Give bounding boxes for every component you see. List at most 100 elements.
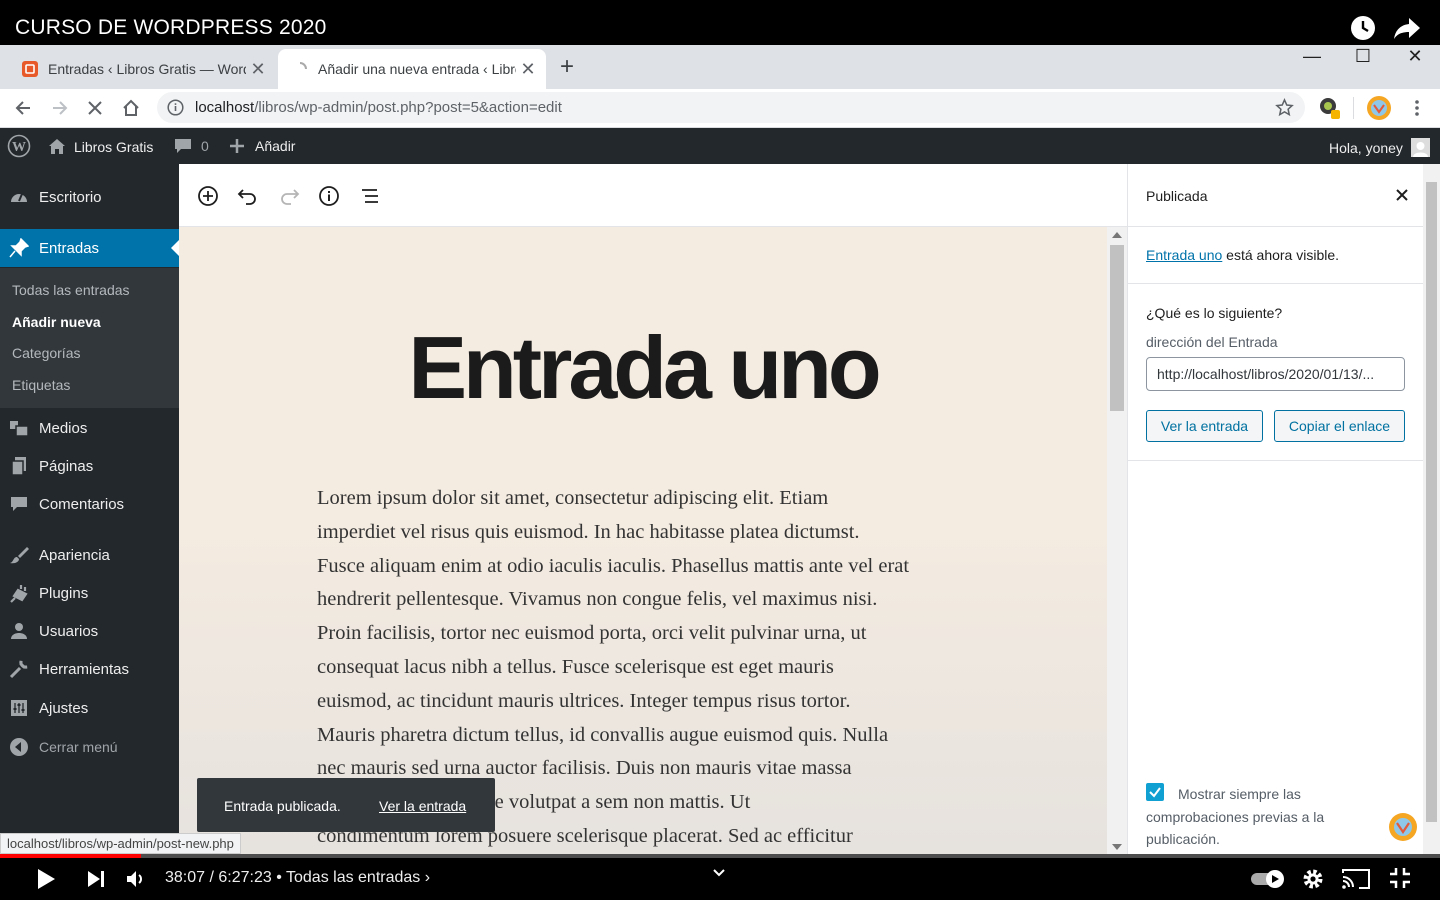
menu-label: Ajustes	[39, 699, 89, 717]
add-block-icon[interactable]	[196, 184, 220, 208]
checkbox-label[interactable]: Mostrar siempre las comprobaciones previ…	[1146, 783, 1406, 851]
pages-icon	[9, 456, 29, 476]
divider	[1128, 460, 1423, 461]
greeting: Hola, yoney	[1329, 139, 1403, 156]
comment-bubble-icon	[175, 139, 191, 153]
new-label: Añadir	[255, 138, 296, 154]
plugin-icon	[9, 583, 29, 603]
avatar	[1410, 138, 1430, 157]
cast-icon[interactable]	[1341, 867, 1371, 896]
chrome-menu-icon[interactable]	[1403, 94, 1431, 122]
paragraph-line: hendrerit pellentesque. Vivamus non cong…	[317, 588, 878, 611]
wordpress-logo-icon[interactable]: W	[7, 134, 31, 161]
brush-icon	[9, 545, 29, 565]
submenu-categories[interactable]: Categorías	[12, 345, 80, 361]
collapse-menu-button[interactable]: Cerrar menú	[0, 728, 179, 766]
menu-item-herramientas[interactable]: Herramientas	[0, 650, 179, 688]
submenu-tags[interactable]: Etiquetas	[12, 377, 70, 393]
menu-item-usuarios[interactable]: Usuarios	[0, 612, 179, 650]
tab-entradas[interactable]: Entradas ‹ Libros Gratis — WordP ✕	[8, 49, 276, 89]
view-post-button[interactable]: Ver la entrada	[1146, 410, 1263, 442]
menu-item-comentarios[interactable]: Comentarios	[0, 485, 179, 523]
menu-label: Cerrar menú	[39, 739, 118, 755]
scroll-thumb[interactable]	[1426, 182, 1437, 822]
post-publish-panel: Publicada Entrada uno está ahora visible…	[1127, 164, 1424, 854]
video-title-bar: CURSO DE WORDPRESS 2020	[0, 0, 1440, 45]
panel-scrollbar[interactable]	[1423, 164, 1440, 854]
extension-icon[interactable]	[1316, 94, 1344, 122]
chapter-title[interactable]: • Todas las entradas ›	[276, 869, 430, 886]
menu-item-medios[interactable]: Medios	[0, 409, 179, 447]
undo-icon[interactable]	[236, 184, 260, 208]
share-icon[interactable]	[1393, 16, 1421, 45]
menu-item-plugins[interactable]: Plugins	[0, 574, 179, 612]
account-menu[interactable]: Hola, yoney	[1329, 138, 1430, 157]
admin-menu: Escritorio Entradas Todas las entradas A…	[0, 164, 179, 854]
post-title[interactable]: Entrada uno	[179, 317, 1107, 419]
autoplay-toggle[interactable]	[1251, 870, 1285, 893]
close-tab-icon[interactable]: ✕	[246, 59, 270, 80]
expand-chevron-icon[interactable]	[711, 866, 727, 884]
address-bar[interactable]: localhost/libros/wp-admin/post.php?post=…	[157, 92, 1305, 123]
comments-link[interactable]: 0	[174, 138, 209, 154]
exit-fullscreen-icon[interactable]	[1389, 867, 1411, 894]
snackbar-view-link[interactable]: Ver la entrada	[379, 798, 466, 814]
watch-later-icon[interactable]	[1350, 15, 1376, 46]
comments-count: 0	[201, 138, 209, 154]
close-window-icon[interactable]: ✕	[1392, 45, 1438, 67]
next-video-icon[interactable]	[86, 869, 106, 894]
menu-item-escritorio[interactable]: Escritorio	[0, 178, 179, 216]
menu-item-apariencia[interactable]: Apariencia	[0, 536, 179, 574]
volume-icon[interactable]	[124, 867, 148, 896]
paragraph-line: euismod, ac tincidunt mauris ultrices. I…	[317, 689, 851, 712]
submenu-add-new[interactable]: Añadir nueva	[12, 314, 101, 330]
site-name-link[interactable]: Libros Gratis	[48, 138, 153, 155]
maximize-icon[interactable]: ☐	[1340, 45, 1386, 67]
new-content-link[interactable]: Añadir	[230, 138, 295, 154]
content-info-icon[interactable]	[317, 184, 341, 208]
pin-icon	[9, 238, 29, 258]
menu-label: Herramientas	[39, 660, 130, 678]
users-icon	[9, 621, 29, 641]
post-address-input[interactable]: http://localhost/libros/2020/01/13/...	[1146, 357, 1405, 391]
tab-title: Entradas ‹ Libros Gratis — WordP	[48, 61, 246, 77]
menu-item-entradas[interactable]: Entradas	[0, 229, 179, 267]
settings-gear-icon[interactable]	[1301, 867, 1325, 896]
forward-icon[interactable]	[46, 94, 74, 122]
scroll-up-icon[interactable]	[1112, 232, 1122, 238]
divider	[1128, 283, 1423, 284]
play-icon[interactable]	[35, 868, 57, 895]
media-icon	[9, 418, 29, 438]
redo-icon[interactable]	[277, 184, 301, 208]
stop-loading-icon[interactable]	[81, 94, 109, 122]
minimize-icon[interactable]: —	[1289, 45, 1335, 67]
tab-add-new-post[interactable]: Añadir una nueva entrada ‹ Libro ✕	[278, 49, 546, 89]
back-icon[interactable]	[9, 94, 37, 122]
video-title[interactable]: CURSO DE WORDPRESS 2020	[15, 16, 327, 40]
time-display: 38:07 / 6:27:23 • Todas las entradas ›	[165, 869, 430, 887]
floating-extension-icon[interactable]	[1388, 812, 1418, 847]
editor-scrollbar[interactable]	[1107, 227, 1127, 854]
scroll-thumb[interactable]	[1110, 245, 1124, 411]
scroll-down-icon[interactable]	[1112, 844, 1122, 850]
menu-label: Escritorio	[39, 188, 102, 206]
info-icon[interactable]	[167, 99, 184, 121]
new-tab-button[interactable]: +	[560, 53, 574, 81]
block-navigation-icon[interactable]	[358, 184, 382, 208]
menu-item-ajustes[interactable]: Ajustes	[0, 689, 179, 727]
menu-label: Apariencia	[39, 546, 110, 564]
menu-label: Comentarios	[39, 495, 125, 513]
blogger-favicon-icon	[22, 61, 38, 77]
snackbar-notice: Entrada publicada. Ver la entrada	[197, 778, 495, 832]
close-panel-icon[interactable]	[1394, 187, 1410, 208]
home-icon[interactable]	[117, 94, 145, 122]
visible-text: está ahora visible.	[1222, 247, 1340, 263]
menu-label: Medios	[39, 419, 88, 437]
menu-item-paginas[interactable]: Páginas	[0, 447, 179, 485]
copy-link-button[interactable]: Copiar el enlace	[1274, 410, 1405, 442]
profile-avatar-icon[interactable]	[1365, 94, 1393, 122]
post-link[interactable]: Entrada uno	[1146, 247, 1222, 263]
bookmark-star-icon[interactable]	[1275, 98, 1294, 122]
close-tab-icon[interactable]: ✕	[516, 59, 540, 80]
submenu-all-posts[interactable]: Todas las entradas	[12, 282, 130, 298]
